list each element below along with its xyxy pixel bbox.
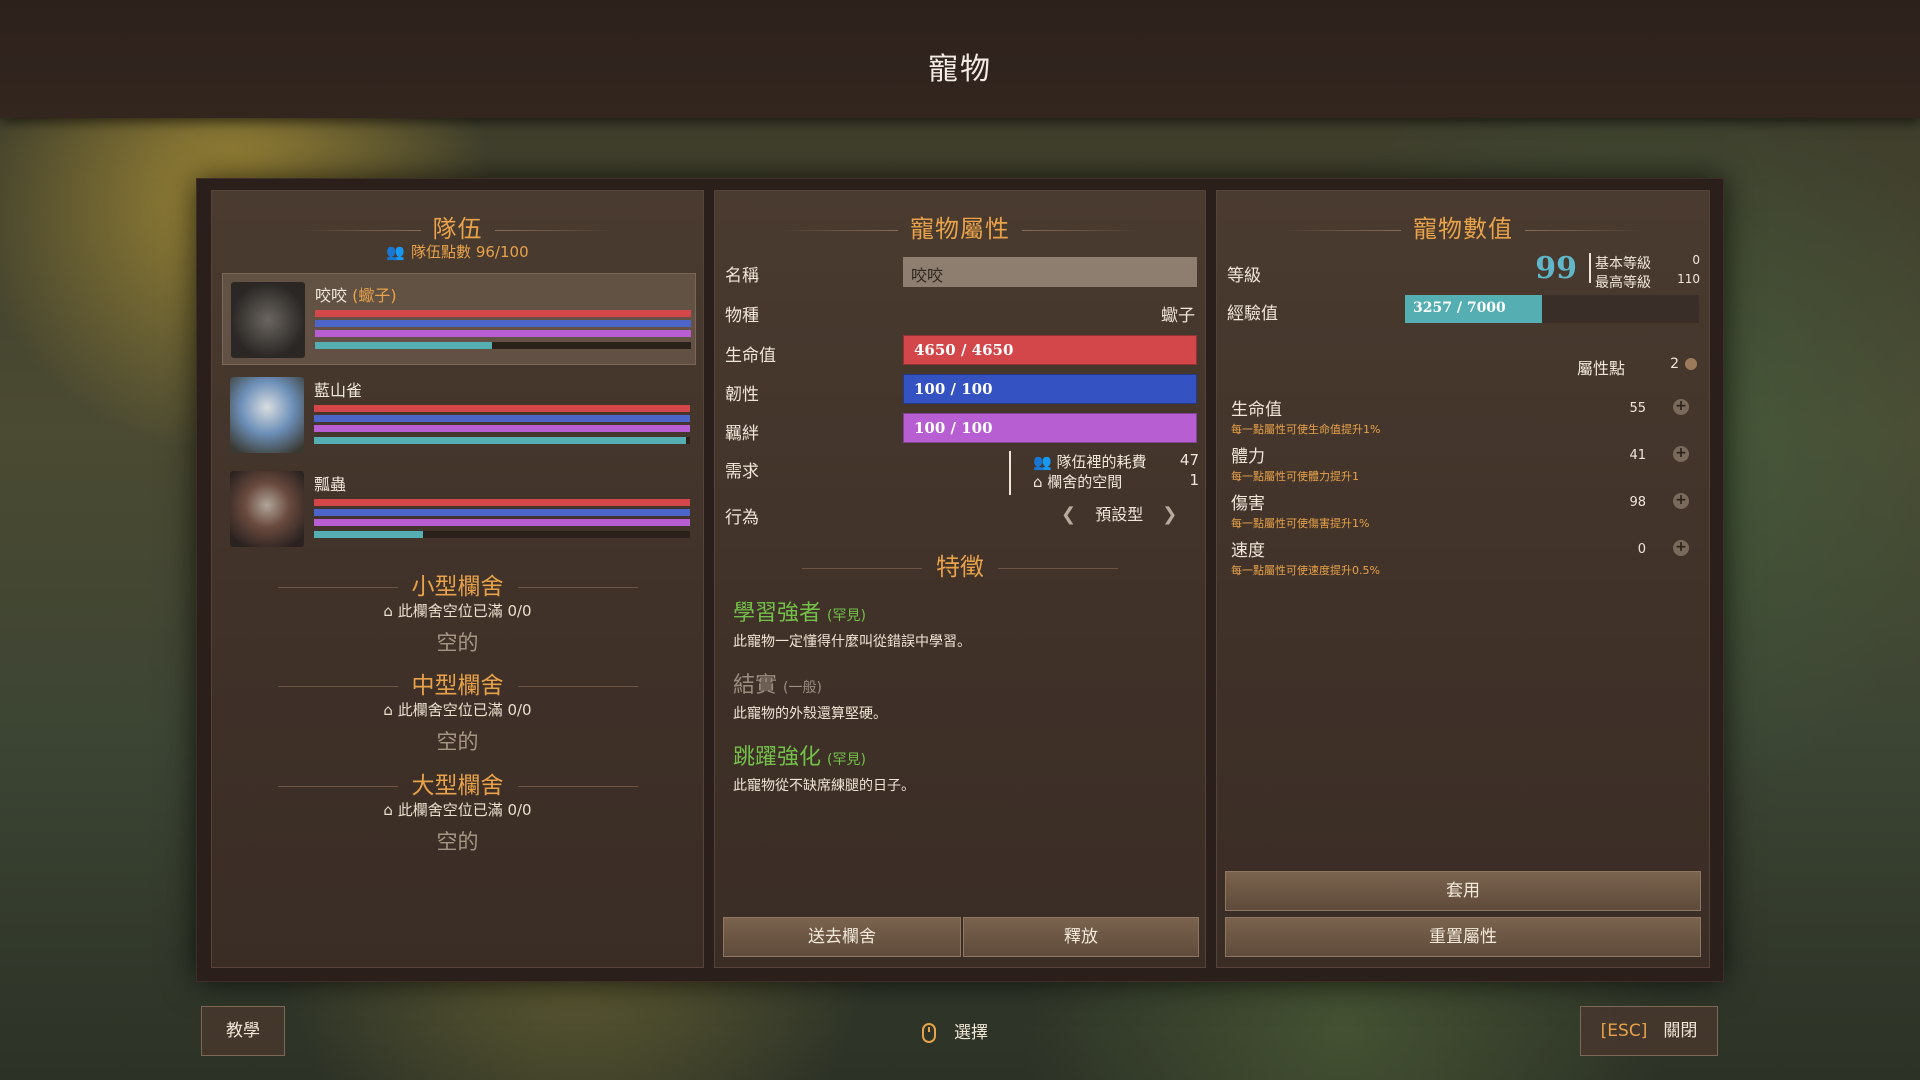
level-divider [1589,253,1591,283]
hp-bar [314,499,690,506]
toughness-bar [314,509,690,516]
trait-item: 結實 (一般) 此寵物的外殼還算堅硬。 [733,673,887,722]
house-icon: ⌂ [383,701,398,719]
medium-pen-empty: 空的 [436,730,479,754]
arrow-right-icon[interactable]: ❯ [1162,504,1177,525]
mouse-icon [922,1023,936,1043]
toughness-bar [315,320,691,327]
small-pen-title: 小型欄舍 [212,567,703,601]
attr-row-hp: 生命值 每一點屬性可使生命值提升1% 55 + [1231,395,1701,436]
name-input[interactable]: 咬咬 [903,257,1197,287]
name-label: 名稱 [725,266,759,286]
arrow-left-icon[interactable]: ❮ [1061,504,1076,525]
apply-button[interactable]: 套用 [1225,871,1701,911]
small-pen-status: ⌂ 此欄舍空位已滿 0/0 [383,602,532,620]
xp-fill: 3257 / 7000 [1405,295,1542,323]
tutorial-button[interactable]: 教學 [201,1006,285,1056]
pet-thumb [231,282,305,358]
attr-row-stamina: 體力 每一點屬性可使體力提升1 41 + [1231,442,1701,483]
esc-key: [ESC] [1600,1021,1648,1041]
pet-name: 咬咬 (蠍子) [315,286,397,305]
attr-row-damage: 傷害 每一點屬性可使傷害提升1% 98 + [1231,489,1701,530]
team-points: 👥 隊伍點數 96/100 [386,243,529,261]
xp-label: 經驗值 [1227,304,1278,324]
team-icon: 👥 [386,243,406,261]
xp-bar [314,531,690,538]
species-label: 物種 [725,306,759,326]
need-team: 👥 隊伍裡的耗費 47 [1033,451,1199,471]
stats-panel: 寵物數值 等級 99 基本等級 0 最高等級 110 經驗值 3257 / 7000… [1216,190,1710,968]
house-icon: ⌂ [383,602,398,620]
need-pen: ⌂ 欄舍的空間 1 [1033,471,1199,491]
medium-pen-title: 中型欄舍 [212,666,703,700]
attributes-panel: 寵物屬性 名稱 咬咬 物種 蠍子 生命值 4650 / 4650 韌性 100 … [714,190,1206,968]
max-level: 最高等級 110 [1595,272,1700,291]
attr-points: 屬性點 2 [1577,355,1697,379]
behavior-value: 預設型 [1095,505,1144,524]
bond-bar [314,425,690,432]
send-to-pen-button[interactable]: 送去欄舍 [723,917,961,957]
reset-attributes-button[interactable]: 重置屬性 [1225,917,1701,957]
toughness-label: 韌性 [725,385,759,405]
attr-row-speed: 速度 每一點屬性可使速度提升0.5% 0 + [1231,536,1701,577]
need-box: 👥 隊伍裡的耗費 47 ⌂ 欄舍的空間 1 [1009,451,1199,495]
page-title: 寵物 [928,52,992,87]
pet-thumb [230,471,304,547]
attributes-heading: 寵物屬性 [715,209,1205,244]
hp-label: 生命值 [725,346,776,366]
xp-bar [315,342,691,349]
plus-icon[interactable]: + [1673,493,1689,509]
pet-row-0[interactable]: 咬咬 (蠍子) [222,273,696,365]
stats-heading: 寵物數值 [1217,209,1709,244]
species-value: 蠍子 [1161,306,1195,326]
release-button[interactable]: 釋放 [963,917,1199,957]
pet-name: 藍山雀 [314,381,363,400]
large-pen-title: 大型欄舍 [212,766,703,800]
hp-bar: 4650 / 4650 [903,335,1197,365]
bond-bar: 100 / 100 [903,413,1197,443]
pet-row-2[interactable]: 瓢蟲 [222,463,696,555]
bond-label: 羈絆 [725,424,759,444]
team-panel: 隊伍 👥 隊伍點數 96/100 咬咬 (蠍子) 藍山雀 瓢蟲 小型欄舍 ⌂ 此欄… [211,190,704,968]
pet-name: 瓢蟲 [314,475,347,494]
team-icon: 👥 [1033,453,1057,471]
house-icon: ⌂ [1033,473,1048,491]
bond-bar [315,330,691,337]
hp-bar [315,310,691,317]
base-level: 基本等級 0 [1595,253,1700,272]
close-button[interactable]: [ESC] 關閉 [1580,1006,1718,1056]
hp-bar [314,405,690,412]
bond-bar [314,519,690,526]
large-pen-status: ⌂ 此欄舍空位已滿 0/0 [383,801,532,819]
trait-item: 跳躍強化 (罕見) 此寵物從不缺席練腿的日子。 [733,745,915,794]
plus-icon[interactable]: + [1673,540,1689,556]
house-icon: ⌂ [383,801,398,819]
toughness-bar: 100 / 100 [903,374,1197,404]
xp-bar: 3257 / 7000 [1405,295,1699,323]
traits-heading: 特徵 [715,547,1205,582]
large-pen-empty: 空的 [436,830,479,854]
pet-row-1[interactable]: 藍山雀 [222,369,696,461]
behavior-selector: ❮ 預設型 ❯ [1061,501,1201,525]
plus-icon[interactable]: + [1673,399,1689,415]
need-label: 需求 [725,462,759,482]
trait-item: 學習強者 (罕見) 此寵物一定懂得什麼叫從錯誤中學習。 [733,601,971,650]
level-value: 99 [1535,251,1577,286]
behavior-label: 行為 [725,508,759,528]
plus-icon[interactable]: + [1673,446,1689,462]
pet-thumb [230,377,304,453]
xp-bar [314,437,690,444]
level-label: 等級 [1227,266,1261,286]
select-hint: 選擇 [922,1018,988,1043]
medium-pen-status: ⌂ 此欄舍空位已滿 0/0 [383,701,532,719]
small-pen-empty: 空的 [436,631,479,655]
toughness-bar [314,415,690,422]
team-heading: 隊伍 [212,209,703,244]
point-orb-icon [1685,358,1697,370]
